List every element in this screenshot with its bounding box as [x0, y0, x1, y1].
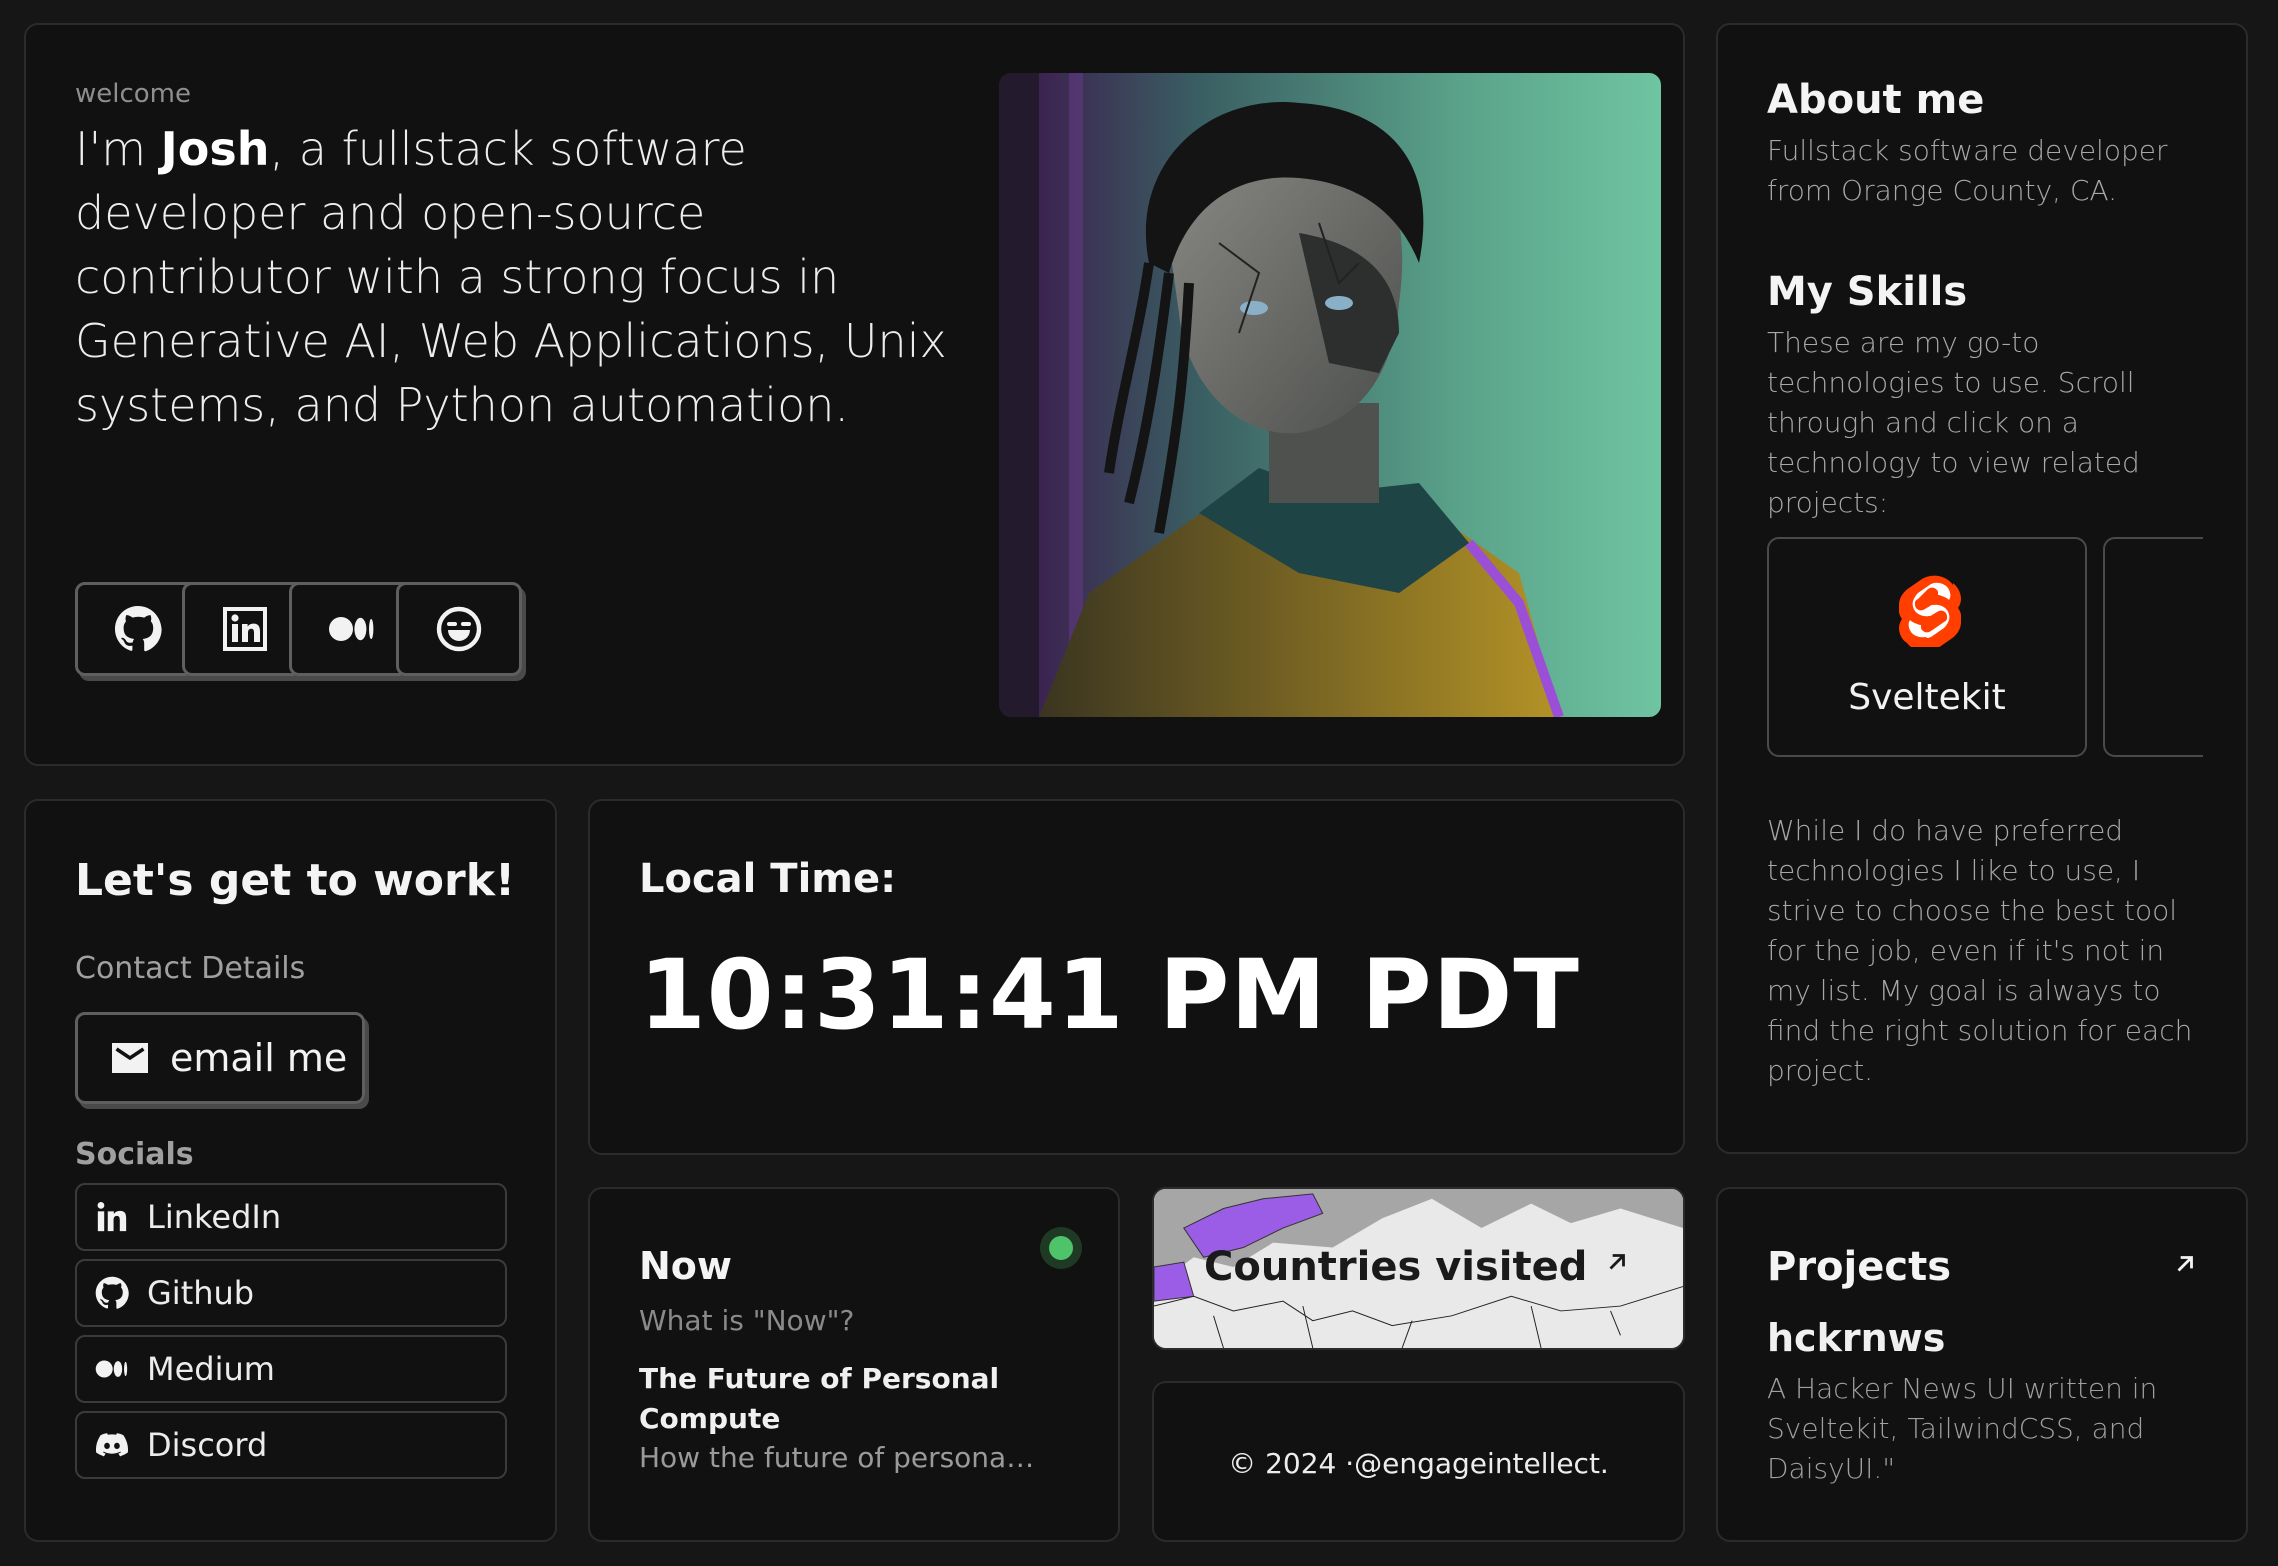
discord-button[interactable] — [396, 582, 522, 676]
medium-icon — [329, 617, 374, 641]
skill-tile-next[interactable] — [2103, 537, 2203, 757]
discord-icon — [95, 1433, 129, 1457]
skill-tile-sveltekit[interactable]: Sveltekit — [1767, 537, 2087, 757]
skills-description: These are my go-to technologies to use. … — [1767, 326, 2140, 519]
linkedin-icon — [223, 607, 267, 651]
now-title: Now — [639, 1244, 733, 1288]
social-label: Github — [147, 1274, 255, 1312]
local-time-card: Local Time: 10:31:41 PM PDT — [588, 799, 1685, 1155]
social-link-discord[interactable]: Discord — [75, 1411, 507, 1479]
mail-icon — [112, 1043, 148, 1073]
now-article-title[interactable]: The Future of Personal Compute — [639, 1359, 1039, 1439]
social-label: Medium — [147, 1350, 275, 1388]
external-link-arrow-icon[interactable] — [2172, 1251, 2198, 1277]
now-article-subtitle: How the future of personal... — [639, 1441, 1039, 1474]
social-link-linkedin[interactable]: LinkedIn — [75, 1183, 507, 1251]
email-button-label: email me — [170, 1036, 348, 1080]
countries-visited-card[interactable]: Countries visited — [1152, 1187, 1685, 1350]
projects-card[interactable]: Projects hckrnws A Hacker News UI writte… — [1716, 1187, 2248, 1542]
status-indicator-icon — [1040, 1227, 1082, 1269]
external-link-arrow-icon[interactable] — [1604, 1249, 1630, 1275]
project-description: A Hacker News UI written in Sveltekit, T… — [1767, 1372, 2158, 1485]
laughing-face-icon — [436, 606, 482, 652]
skill-name: Sveltekit — [1848, 677, 2006, 718]
about-title: About me — [1767, 77, 1985, 123]
skills-closing: While I do have preferred technologies I… — [1767, 814, 2193, 1087]
linkedin-icon — [97, 1201, 127, 1232]
cyberpunk-portrait — [999, 73, 1564, 717]
now-card[interactable]: Now What is "Now"? The Future of Persona… — [588, 1187, 1120, 1542]
hero-card: welcome I'm Josh, a fullstack software d… — [24, 23, 1685, 766]
skills-title: My Skills — [1767, 269, 1968, 315]
email-button[interactable]: email me — [75, 1012, 365, 1104]
local-time-value: 10:31:41 PM PDT — [639, 939, 1580, 1051]
welcome-label: welcome — [75, 79, 192, 109]
contact-title: Let's get to work! — [75, 855, 516, 906]
intro-text: I'm Josh, a fullstack software developer… — [75, 117, 975, 437]
contact-card: Let's get to work! Contact Details email… — [24, 799, 557, 1542]
intro-name: Josh — [160, 122, 270, 176]
social-label: LinkedIn — [147, 1198, 282, 1236]
social-label: Discord — [147, 1426, 268, 1464]
copyright-text: © 2024 ·@engageintellect. — [1228, 1447, 1609, 1480]
social-link-medium[interactable]: Medium — [75, 1335, 507, 1403]
github-icon — [115, 606, 162, 652]
socials-label: Socials — [75, 1137, 194, 1172]
contact-details-label: Contact Details — [75, 951, 306, 986]
footer-card: © 2024 ·@engageintellect. — [1152, 1381, 1685, 1542]
social-link-github[interactable]: Github — [75, 1259, 507, 1327]
local-time-label: Local Time: — [639, 856, 897, 902]
about-card: About me Fullstack software developer fr… — [1716, 23, 2248, 1154]
now-question[interactable]: What is "Now"? — [639, 1304, 854, 1337]
project-name[interactable]: hckrnws — [1767, 1316, 1945, 1360]
countries-visited-title: Countries visited — [1204, 1244, 1588, 1290]
portrait-image — [999, 73, 1661, 717]
about-description: Fullstack software developer from Orange… — [1767, 134, 2168, 207]
svelte-icon — [1899, 575, 1961, 647]
medium-icon — [95, 1360, 128, 1378]
intro-prefix: I'm — [75, 122, 161, 176]
github-icon — [95, 1276, 129, 1309]
projects-title: Projects — [1767, 1244, 1952, 1290]
